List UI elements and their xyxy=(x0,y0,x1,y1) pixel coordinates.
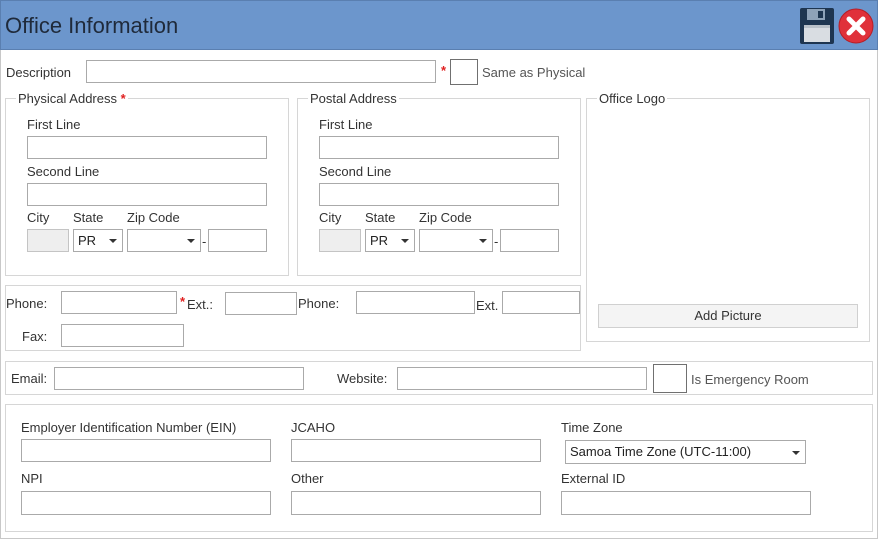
chevron-down-icon xyxy=(109,239,117,243)
postal-address-legend: Postal Address xyxy=(308,91,399,106)
description-input[interactable] xyxy=(86,60,436,83)
postal-second-line-label: Second Line xyxy=(319,164,392,179)
physical-second-line-input[interactable] xyxy=(27,183,267,206)
website-label: Website: xyxy=(337,371,388,386)
fax-label: Fax: xyxy=(22,329,48,344)
physical-address-legend: Physical Address * xyxy=(16,91,128,106)
external-id-input[interactable] xyxy=(561,491,811,515)
ext2-input[interactable] xyxy=(502,291,580,314)
jcaho-label: JCAHO xyxy=(291,420,336,435)
other-input[interactable] xyxy=(291,491,541,515)
close-button[interactable] xyxy=(838,8,874,44)
timezone-value: Samoa Time Zone (UTC-11:00) xyxy=(570,444,752,459)
same-as-physical-label: Same as Physical xyxy=(482,65,586,80)
email-label: Email: xyxy=(11,371,48,386)
description-required-mark: * xyxy=(441,63,447,78)
physical-zip-select[interactable] xyxy=(127,229,201,252)
save-button[interactable] xyxy=(799,7,835,45)
postal-city-input[interactable] xyxy=(319,229,361,252)
ext2-label: Ext. xyxy=(476,298,499,313)
chevron-down-icon xyxy=(187,239,195,243)
physical-state-select[interactable]: PR xyxy=(73,229,123,252)
emergency-room-label: Is Emergency Room xyxy=(691,372,809,387)
chevron-down-icon xyxy=(792,451,800,455)
physical-second-line-label: Second Line xyxy=(27,164,100,179)
other-label: Other xyxy=(291,471,324,486)
postal-first-line-input[interactable] xyxy=(319,136,559,159)
ein-label: Employer Identification Number (EIN) xyxy=(21,420,237,435)
floppy-disk-icon xyxy=(800,8,834,44)
add-picture-button[interactable]: Add Picture xyxy=(598,304,858,328)
physical-zip-label: Zip Code xyxy=(127,210,180,225)
jcaho-input[interactable] xyxy=(291,439,541,462)
chevron-down-icon xyxy=(479,239,487,243)
postal-state-label: State xyxy=(365,210,396,225)
phone2-label: Phone: xyxy=(298,296,340,311)
timezone-select[interactable]: Samoa Time Zone (UTC-11:00) xyxy=(565,440,806,464)
npi-input[interactable] xyxy=(21,491,271,515)
phone2-input[interactable] xyxy=(356,291,475,314)
physical-first-line-label: First Line xyxy=(27,117,81,132)
website-input[interactable] xyxy=(397,367,647,390)
postal-first-line-label: First Line xyxy=(319,117,373,132)
email-input[interactable] xyxy=(54,367,304,390)
same-as-physical-checkbox[interactable] xyxy=(450,59,478,85)
description-label: Description xyxy=(6,65,72,80)
external-id-label: External ID xyxy=(561,471,626,486)
close-icon xyxy=(838,8,874,44)
physical-first-line-input[interactable] xyxy=(27,136,267,159)
phone1-required-mark: * xyxy=(180,294,186,309)
title-bar: Office Information xyxy=(0,0,878,50)
postal-zip-ext-input[interactable] xyxy=(500,229,559,252)
physical-state-label: State xyxy=(73,210,104,225)
physical-state-value: PR xyxy=(78,233,97,248)
postal-state-value: PR xyxy=(370,233,389,248)
physical-address-required-mark: * xyxy=(120,91,126,106)
chevron-down-icon xyxy=(401,239,409,243)
postal-second-line-input[interactable] xyxy=(319,183,559,206)
phone1-label: Phone: xyxy=(6,296,48,311)
physical-zip-ext-input[interactable] xyxy=(208,229,267,252)
physical-zip-separator: - xyxy=(202,234,207,249)
postal-zip-select[interactable] xyxy=(419,229,493,252)
postal-zip-separator: - xyxy=(494,234,499,249)
window-title: Office Information xyxy=(5,13,179,38)
physical-city-input[interactable] xyxy=(27,229,69,252)
postal-state-select[interactable]: PR xyxy=(365,229,415,252)
physical-address-title: Physical Address xyxy=(18,91,117,106)
postal-city-label: City xyxy=(319,210,342,225)
physical-city-label: City xyxy=(27,210,50,225)
phone1-input[interactable] xyxy=(61,291,177,314)
ext1-input[interactable] xyxy=(225,292,297,315)
ein-input[interactable] xyxy=(21,439,271,462)
timezone-label: Time Zone xyxy=(561,420,623,435)
emergency-room-checkbox[interactable] xyxy=(653,364,687,393)
npi-label: NPI xyxy=(21,471,43,486)
postal-zip-label: Zip Code xyxy=(419,210,472,225)
fax-input[interactable] xyxy=(61,324,184,347)
office-logo-legend: Office Logo xyxy=(597,91,668,106)
ext1-label: Ext.: xyxy=(187,297,214,312)
